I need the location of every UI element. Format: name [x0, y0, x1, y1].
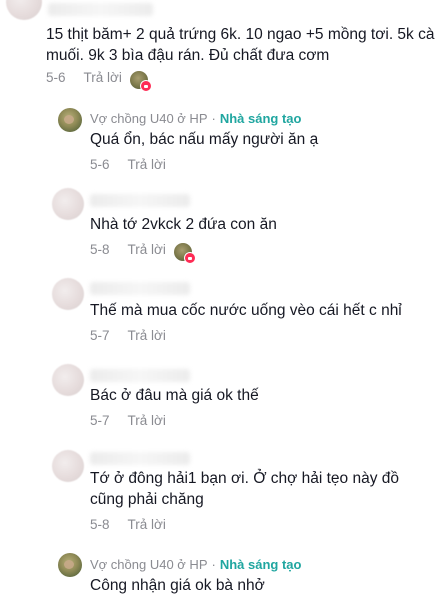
commenter-avatar[interactable] [6, 0, 42, 20]
creator-liked-icon [130, 71, 152, 92]
reply-button[interactable]: Trả lời [128, 242, 166, 257]
replier-name-redacted [90, 452, 190, 465]
name-separator: · [211, 557, 216, 572]
comment-meta: 5-6 Trả lời [46, 70, 122, 85]
comment-thread: 15 thịt băm+ 2 quả trứng 6k. 10 ngao +5 … [0, 0, 444, 605]
comment-date: 5-7 [90, 413, 110, 428]
replier-avatar[interactable] [52, 450, 84, 482]
name-separator: · [211, 111, 216, 126]
replier-name-redacted [90, 282, 190, 295]
reply-text: Quá ổn, bác nấu mấy người ăn ạ [90, 131, 319, 148]
reply-button[interactable]: Trả lời [128, 517, 166, 532]
author-name: Vợ chồng U40 ở HP [90, 557, 208, 572]
comment-date: 5-8 [90, 517, 110, 532]
reply-meta: 5-8 Trả lời [90, 517, 166, 532]
heart-icon [140, 80, 152, 92]
reply-button[interactable]: Trả lời [128, 157, 166, 172]
comment-date: 5-6 [90, 157, 110, 172]
creator-badge: Nhà sáng tạo [219, 557, 302, 572]
reply-meta: 5-7 Trả lời [90, 328, 166, 343]
heart-icon [184, 252, 196, 264]
replier-avatar[interactable] [52, 188, 84, 220]
reply-text: Nhà tớ 2vkck 2 đứa con ăn [90, 216, 277, 233]
reply-text: Bác ở đâu mà giá ok thế [90, 387, 259, 404]
comment-date: 5-7 [90, 328, 110, 343]
creator-avatar[interactable] [58, 108, 82, 132]
reply-button[interactable]: Trả lời [84, 70, 122, 85]
reply-text: Tớ ở đông hải1 bạn ơi. Ở chợ hải tẹo này… [90, 470, 400, 508]
comment-date: 5-6 [46, 70, 66, 85]
creator-badge: Nhà sáng tạo [219, 111, 302, 126]
replier-name-redacted [90, 194, 190, 207]
commenter-name-redacted [48, 3, 153, 16]
reply-button[interactable]: Trả lời [128, 328, 166, 343]
reply-meta: 5-6 Trả lời [90, 157, 166, 172]
creator-name-line[interactable]: Vợ chồng U40 ở HP · Nhà sáng tạo [90, 557, 301, 572]
reply-text: Thế mà mua cốc nước uống vèo cái hết c n… [90, 302, 402, 319]
replier-name-redacted [90, 369, 190, 382]
creator-name-line[interactable]: Vợ chồng U40 ở HP · Nhà sáng tạo [90, 111, 301, 126]
author-name: Vợ chồng U40 ở HP [90, 111, 208, 126]
reply-meta: 5-7 Trả lời [90, 413, 166, 428]
creator-liked-icon [174, 243, 196, 264]
reply-button[interactable]: Trả lời [128, 413, 166, 428]
creator-avatar[interactable] [58, 553, 82, 577]
replier-avatar[interactable] [52, 364, 84, 396]
comment-text: 15 thịt băm+ 2 quả trứng 6k. 10 ngao +5 … [46, 26, 435, 64]
comment-date: 5-8 [90, 242, 110, 257]
reply-text: Công nhận giá ok bà nhở [90, 577, 265, 594]
reply-meta: 5-8 Trả lời [90, 242, 166, 257]
replier-avatar[interactable] [52, 278, 84, 310]
